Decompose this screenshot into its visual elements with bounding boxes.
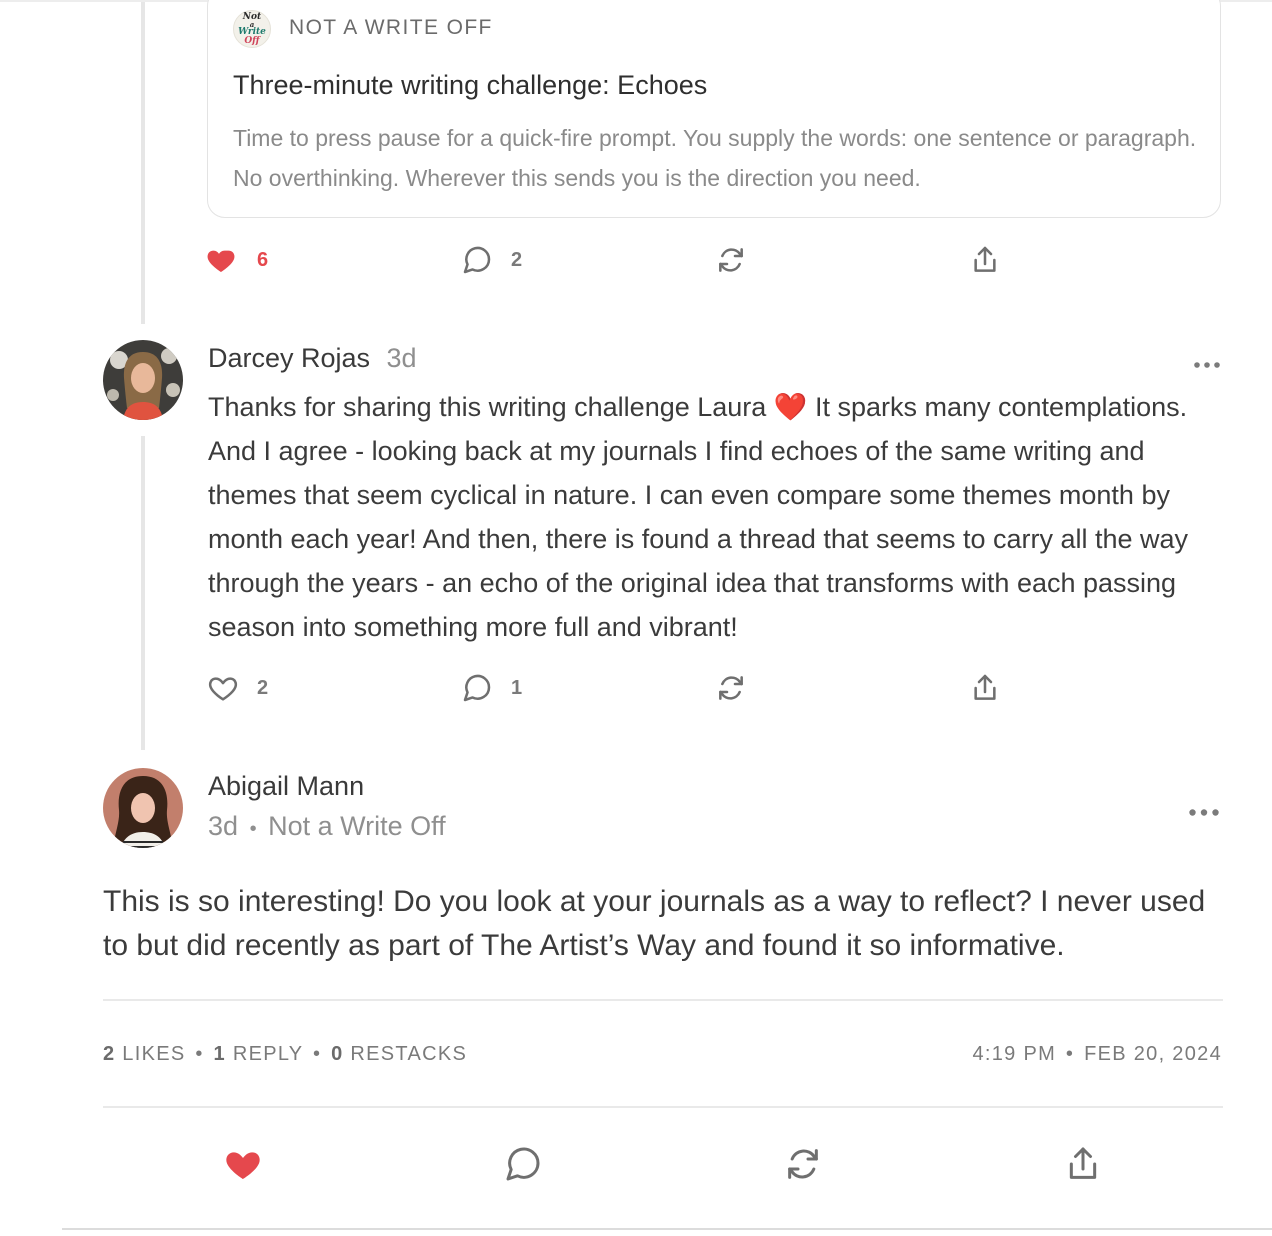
heart-icon <box>207 250 235 272</box>
restack-button[interactable] <box>783 1144 823 1184</box>
like-button[interactable]: 2 <box>207 672 268 704</box>
divider <box>103 999 1223 1001</box>
publication-link[interactable]: Not a Write Off <box>268 811 446 841</box>
engagement-stats: 2 LIKES • 1 REPLY • 0 RESTACKS <box>103 1043 467 1066</box>
comment-age[interactable]: 3d <box>208 811 238 841</box>
time: 4:19 PM <box>972 1043 1057 1065</box>
bottom-divider <box>62 1228 1272 1230</box>
like-count: 6 <box>257 248 269 271</box>
more-icon <box>1189 809 1219 816</box>
comment-body: Thanks for sharing this writing challeng… <box>208 392 1189 642</box>
comment-icon <box>506 1147 540 1181</box>
timestamp: 4:19 PM • FEB 20, 2024 <box>972 1043 1222 1066</box>
stats-separator: • <box>1065 1043 1075 1065</box>
stats-separator: • <box>312 1043 322 1065</box>
avatar[interactable] <box>103 768 183 848</box>
comment-icon <box>463 674 491 702</box>
share-button[interactable] <box>969 672 1001 704</box>
restack-button[interactable] <box>715 672 747 704</box>
comment-count: 1 <box>511 676 523 699</box>
likes-count: 2 <box>103 1043 116 1065</box>
avatar-image <box>103 340 183 420</box>
avatar[interactable] <box>103 340 183 420</box>
heart-emoji: ❤️ <box>773 392 808 422</box>
restack-icon <box>719 676 743 700</box>
embedded-post-title[interactable]: Three-minute writing challenge: Echoes <box>233 70 707 101</box>
replies-count: 1 <box>213 1043 226 1065</box>
comment-button[interactable] <box>503 1144 543 1184</box>
comment-button[interactable]: 2 <box>461 244 522 276</box>
restacks-label[interactable]: RESTACKS <box>350 1043 467 1065</box>
share-button[interactable] <box>969 244 1001 276</box>
comment-body: This is so interesting! Do you look at y… <box>103 885 1206 962</box>
avatar-image <box>103 768 183 848</box>
meta-separator: • <box>249 818 257 840</box>
publication-logo: Not a Write Off <box>233 10 271 48</box>
comment-author[interactable]: Abigail Mann <box>208 771 364 802</box>
share-icon <box>1069 1147 1097 1179</box>
share-icon <box>974 674 996 700</box>
heart-icon <box>226 1152 260 1179</box>
date: FEB 20, 2024 <box>1084 1043 1222 1065</box>
comment-icon <box>463 246 491 274</box>
thread-line <box>141 436 145 750</box>
embedded-post-subtitle: Time to press pause for a quick-fire pro… <box>233 125 1197 191</box>
restack-icon <box>719 248 743 272</box>
comment-count: 2 <box>511 248 523 271</box>
share-icon <box>974 246 996 272</box>
like-button[interactable]: 6 <box>207 244 268 276</box>
more-icon <box>1194 362 1220 368</box>
comment-author[interactable]: Darcey Rojas <box>208 343 370 373</box>
comment-button[interactable]: 1 <box>461 672 522 704</box>
replies-label[interactable]: REPLY <box>233 1043 303 1065</box>
thread-line <box>141 0 145 324</box>
restack-button[interactable] <box>715 244 747 276</box>
more-options-button[interactable] <box>1188 803 1220 817</box>
stats-separator: • <box>195 1043 204 1065</box>
share-button[interactable] <box>1063 1144 1103 1184</box>
likes-label[interactable]: LIKES <box>122 1043 185 1065</box>
comment-meta: 3d • Not a Write Off <box>208 811 446 842</box>
publication-name[interactable]: NOT A WRITE OFF <box>289 16 493 40</box>
like-button[interactable] <box>223 1144 263 1184</box>
more-options-button[interactable] <box>1193 355 1221 369</box>
restack-icon <box>788 1149 818 1179</box>
divider <box>103 1106 1223 1108</box>
comment-age[interactable]: 3d <box>387 343 417 373</box>
like-count: 2 <box>257 676 269 699</box>
restacks-count: 0 <box>331 1043 344 1065</box>
heart-icon <box>208 677 238 701</box>
